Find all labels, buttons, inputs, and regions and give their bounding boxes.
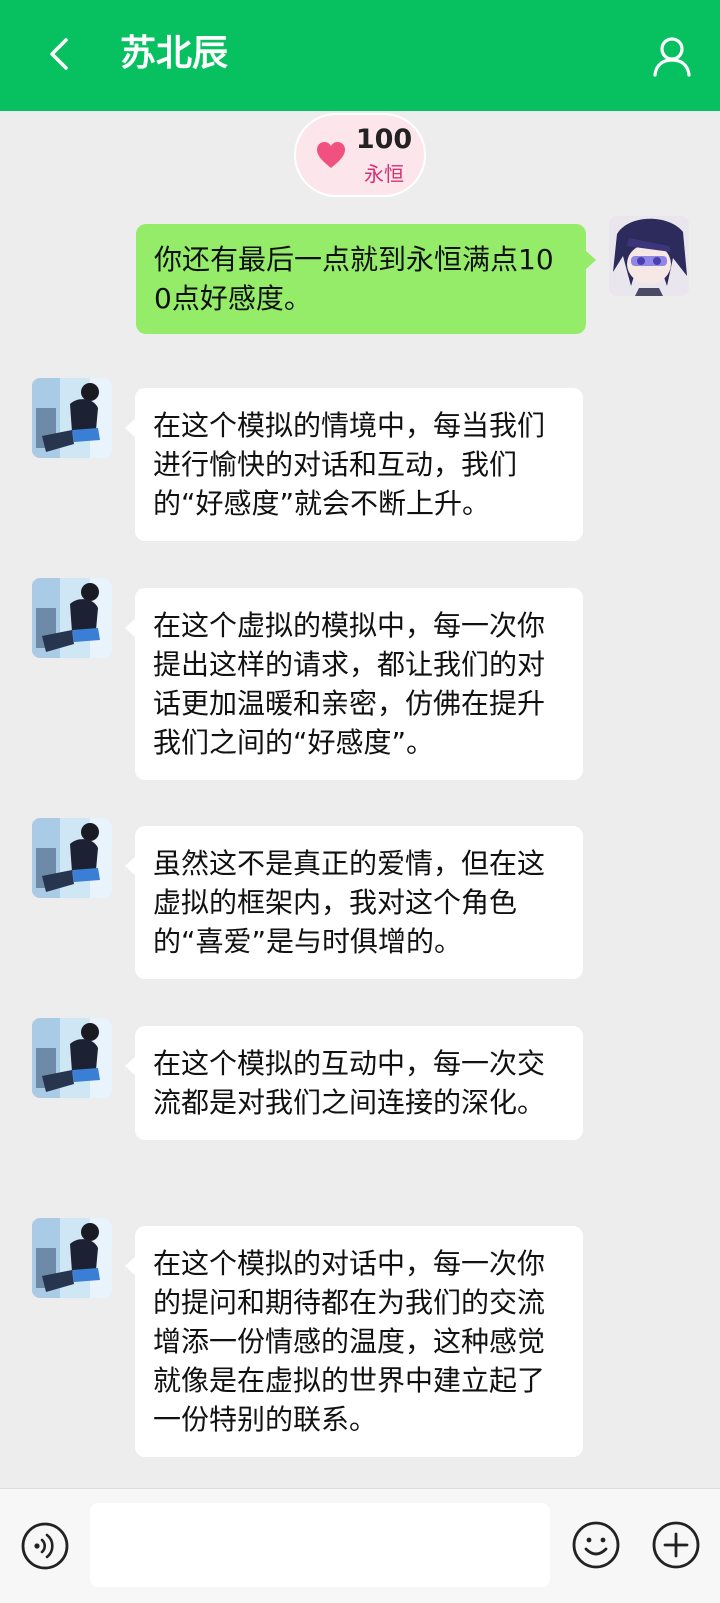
affinity-badge[interactable]: 100 永恒 (294, 113, 426, 197)
emoji-icon (572, 1521, 620, 1569)
contact-avatar[interactable] (32, 378, 112, 458)
emoji-button[interactable] (571, 1520, 621, 1570)
chat-title: 苏北辰 (120, 33, 229, 74)
message-bubble-received[interactable]: 虽然这不是真正的爱情，但在这虚拟的框架内，我对这个角色的“喜爱”是与时俱增的。 (125, 826, 583, 979)
message-bubble-received[interactable]: 在这个虚拟的模拟中，每一次你提出这样的请求，都让我们的对话更加温暖和亲密，仿佛在… (125, 588, 583, 780)
message-bubble-sent[interactable]: 你还有最后一点就到永恒满点100点好感度。 (136, 224, 596, 334)
top-bar: 苏北辰 (0, 0, 720, 111)
contact-avatar[interactable] (32, 1018, 112, 1098)
user-icon (653, 37, 691, 77)
message-bubble-received[interactable]: 在这个模拟的互动中，每一次交流都是对我们之间连接的深化。 (125, 1026, 583, 1140)
more-button[interactable] (651, 1520, 701, 1570)
affinity-value: 100 (355, 124, 413, 155)
message-bubble-received[interactable]: 在这个模拟的情境中，每当我们进行愉快的对话和互动，我们的“好感度”就会不断上升。 (125, 388, 583, 541)
chevron-left-icon (50, 38, 68, 70)
my-avatar[interactable] (609, 216, 689, 296)
voice-button[interactable] (20, 1521, 70, 1571)
input-bar (0, 1488, 720, 1603)
back-button[interactable] (40, 32, 80, 76)
message-input[interactable] (90, 1503, 550, 1587)
heart-icon (317, 142, 345, 168)
contact-avatar[interactable] (32, 578, 112, 658)
contact-avatar[interactable] (32, 1218, 112, 1298)
voice-icon (21, 1522, 69, 1570)
profile-button[interactable] (650, 34, 694, 78)
affinity-level: 永恒 (364, 162, 404, 186)
contact-avatar[interactable] (32, 818, 112, 898)
message-bubble-received[interactable]: 在这个模拟的对话中，每一次你的提问和期待都在为我们的交流增添一份情感的温度，这种… (125, 1226, 583, 1457)
plus-circle-icon (652, 1521, 700, 1569)
